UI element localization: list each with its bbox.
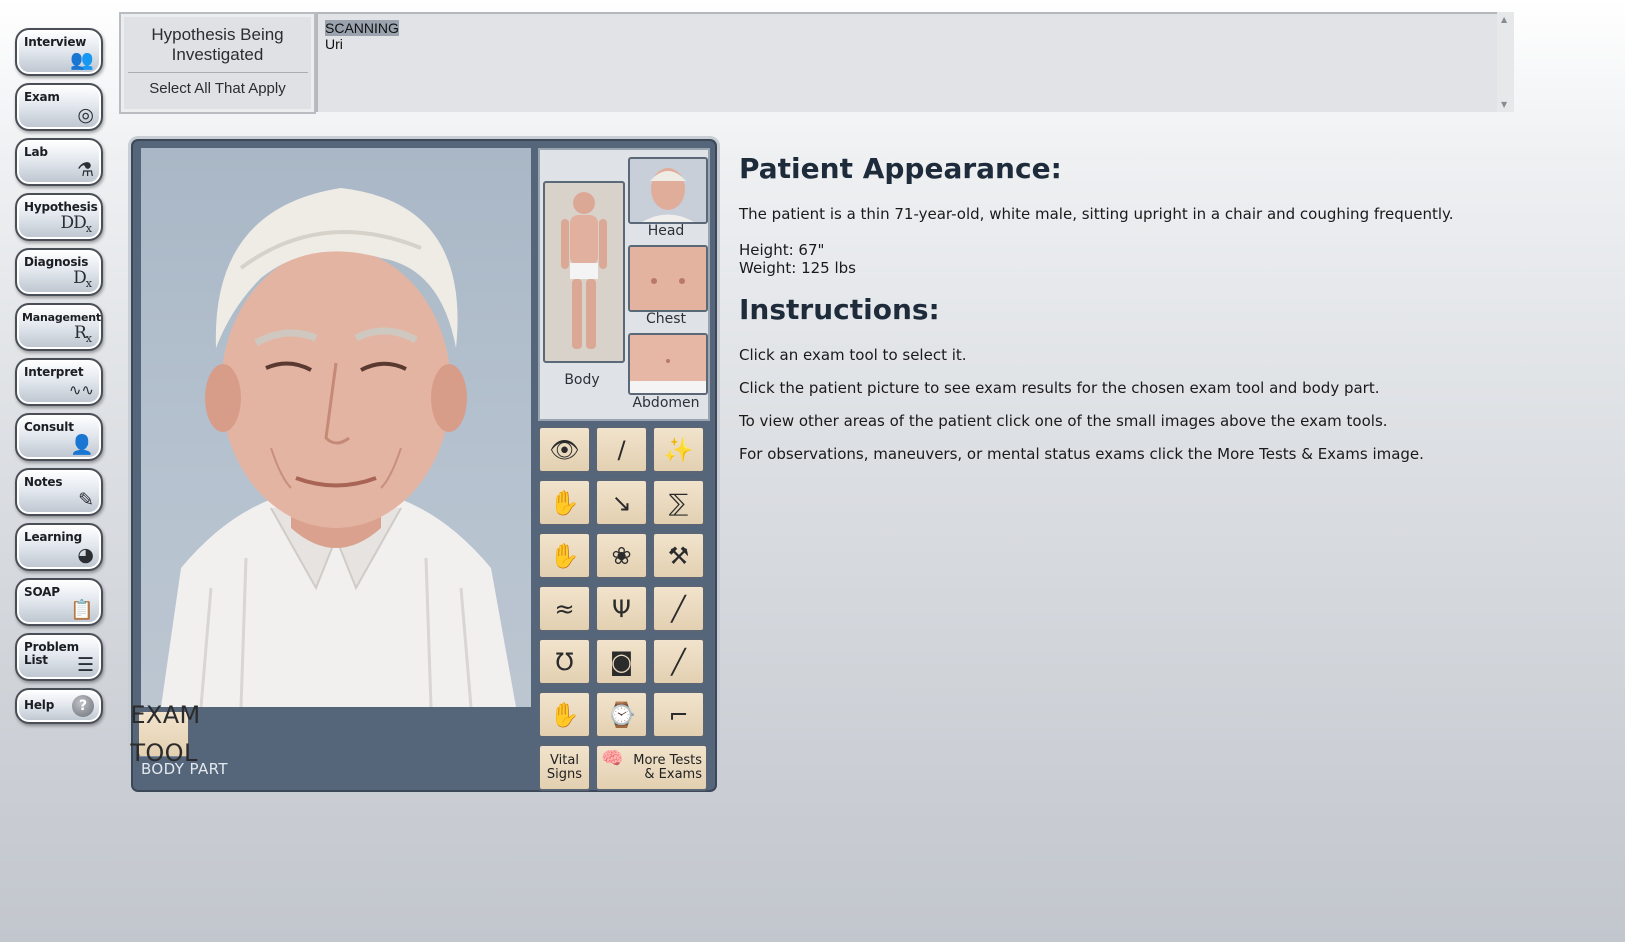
- ophthalmoscope-tool[interactable]: ⌐: [652, 691, 705, 738]
- dx-symbol: Dx: [73, 268, 92, 290]
- scroll-down-icon[interactable]: ▼: [1501, 100, 1507, 109]
- chest-icon: [630, 247, 706, 310]
- help-button[interactable]: Help ?: [15, 688, 103, 724]
- hypothesis-item-scanning[interactable]: SCANNING: [325, 20, 1507, 36]
- thermometer-tool[interactable]: ╱: [652, 638, 705, 685]
- interpret-button[interactable]: Interpret ∿∿: [15, 358, 103, 406]
- palpate-hand-tool[interactable]: ✋: [538, 479, 591, 526]
- select-all-hint: Select All That Apply: [149, 80, 286, 97]
- patient-photo[interactable]: [141, 148, 531, 707]
- tongue-blade-tool[interactable]: ╱: [652, 585, 705, 632]
- stethoscope-icon: ◎: [77, 104, 94, 126]
- problem-list-button[interactable]: Problem List ☰: [15, 633, 103, 681]
- hypothesis-item-uri[interactable]: Uri: [325, 36, 1507, 52]
- hypothesis-list[interactable]: SCANNING Uri: [316, 12, 1514, 112]
- diagnosis-button[interactable]: Diagnosis Dx: [15, 248, 103, 296]
- hypothesis-title: Hypothesis Being Investigated: [151, 25, 284, 64]
- clipboard-icon: 📋: [70, 599, 94, 621]
- full-body-icon: [561, 192, 607, 349]
- nose-smell-tool[interactable]: ≈: [538, 585, 591, 632]
- tuning-fork-tool[interactable]: Ψ: [595, 585, 648, 632]
- ddx-symbol: DDx: [60, 213, 93, 235]
- flask-icon: ⚗: [76, 159, 94, 181]
- more-tests-exams-button[interactable]: 🧠 More Tests & Exams: [595, 744, 708, 791]
- percussion-hand-tool[interactable]: ✋: [538, 532, 591, 579]
- brain-icon: 🧠: [601, 748, 624, 769]
- body-thumbnail[interactable]: [543, 181, 625, 363]
- help-label: Help: [24, 698, 55, 712]
- reflex-hammer-tool[interactable]: ⚒: [652, 532, 705, 579]
- exam-button[interactable]: Exam ◎: [15, 83, 103, 131]
- range-of-motion-tool[interactable]: ✋: [538, 691, 591, 738]
- penlight-tool[interactable]: ✨: [652, 426, 705, 473]
- appearance-heading: Patient Appearance:: [739, 152, 1062, 185]
- otoscope-tool[interactable]: ⅀: [652, 479, 705, 526]
- consult-button[interactable]: Consult 👤: [15, 413, 103, 461]
- head-thumbnail[interactable]: [628, 157, 708, 224]
- hypothesis-divider: [127, 72, 308, 73]
- head-label[interactable]: Head: [628, 223, 704, 239]
- hypothesis-header: Hypothesis Being Investigated Select All…: [119, 12, 316, 114]
- head-icon: [642, 168, 694, 222]
- weight-value: Weight: 125 lbs: [739, 259, 856, 277]
- hypothesis-button[interactable]: Hypothesis DDx: [15, 193, 103, 241]
- blood-pressure-cuff-tool[interactable]: ◙: [595, 638, 648, 685]
- abdomen-icon: [630, 335, 706, 393]
- instruction-item: Click the patient picture to see exam re…: [739, 379, 1380, 397]
- notepad-icon: ✎: [78, 489, 94, 511]
- height-value: Height: 67": [739, 241, 825, 259]
- abdomen-label[interactable]: Abdomen: [624, 395, 708, 411]
- instruction-item: To view other areas of the patient click…: [739, 412, 1388, 430]
- instruction-item: For observations, maneuvers, or mental s…: [739, 445, 1424, 463]
- soap-label: SOAP: [24, 585, 60, 599]
- tongue-depressor-tool[interactable]: ∕: [595, 426, 648, 473]
- people-icon: 👥: [70, 49, 94, 71]
- problem-list-label: Problem List: [24, 640, 79, 667]
- more-tests-label: More Tests & Exams: [633, 752, 702, 782]
- body-area-selector: Body Head Chest Abdomen: [538, 148, 710, 421]
- patient-portrait-icon: [161, 188, 516, 707]
- interpret-label: Interpret: [24, 365, 84, 379]
- lab-label: Lab: [24, 145, 48, 159]
- consult-label: Consult: [24, 420, 74, 434]
- learning-icon: ◕: [77, 544, 94, 566]
- hypothesis-scrollbar[interactable]: ▲ ▼: [1497, 12, 1514, 112]
- body-part-field: BODY PART: [141, 760, 228, 778]
- interview-button[interactable]: Interview 👥: [15, 28, 103, 76]
- list-icon: ☰: [76, 654, 94, 676]
- stethoscope-tool[interactable]: ℧: [538, 638, 591, 685]
- watch-tool[interactable]: ⌚: [595, 691, 648, 738]
- soap-button[interactable]: SOAP 📋: [15, 578, 103, 626]
- ecg-icon: ∿∿: [68, 381, 94, 399]
- body-label[interactable]: Body: [543, 372, 621, 388]
- learning-button[interactable]: Learning ◕: [15, 523, 103, 571]
- appearance-text: The patient is a thin 71-year-old, white…: [739, 205, 1454, 223]
- learning-label: Learning: [24, 530, 82, 544]
- consult-people-icon: 👤: [70, 434, 94, 456]
- instructions-heading: Instructions:: [739, 293, 940, 326]
- instruction-item: Click an exam tool to select it.: [739, 346, 967, 364]
- abdomen-thumbnail[interactable]: [628, 333, 708, 395]
- inspect-eye-tool[interactable]: 👁: [538, 426, 591, 473]
- exam-label: Exam: [24, 90, 60, 104]
- chest-thumbnail[interactable]: [628, 245, 708, 312]
- info-panel: Patient Appearance: The patient is a thi…: [739, 152, 1599, 463]
- notes-button[interactable]: Notes ✎: [15, 468, 103, 516]
- vital-signs-button[interactable]: Vital Signs: [538, 744, 591, 791]
- main-navigation: Interview 👥 Exam ◎ Lab ⚗ Hypothesis DDx …: [15, 28, 107, 731]
- management-button[interactable]: Management Rx: [15, 303, 103, 351]
- help-icon: ?: [72, 695, 94, 717]
- scroll-up-icon[interactable]: ▲: [1501, 15, 1507, 24]
- lab-button[interactable]: Lab ⚗: [15, 138, 103, 186]
- rx-symbol: Rx: [73, 323, 92, 345]
- interview-label: Interview: [24, 35, 87, 49]
- measure-tool[interactable]: ↘: [595, 479, 648, 526]
- cotton-tool[interactable]: ❀: [595, 532, 648, 579]
- chest-label[interactable]: Chest: [628, 311, 704, 327]
- exam-panel: EXAM TOOL BODY PART Body Head Chest Abdo…: [130, 139, 717, 792]
- notes-label: Notes: [24, 475, 63, 489]
